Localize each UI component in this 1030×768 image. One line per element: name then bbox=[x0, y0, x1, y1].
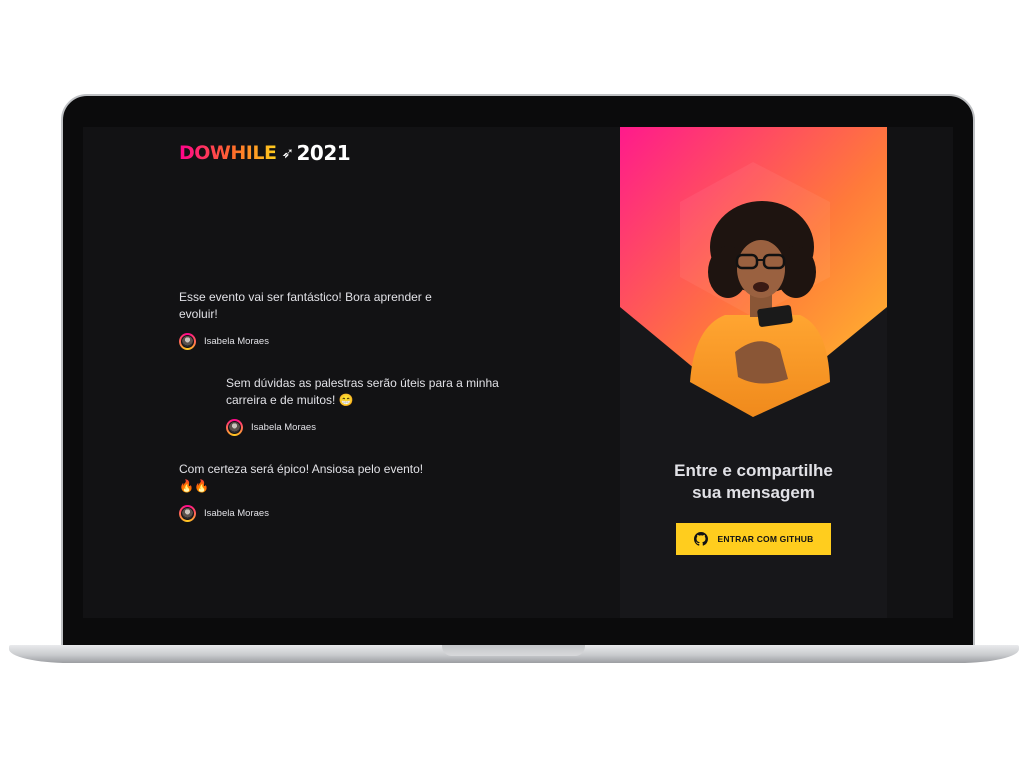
login-title-line2: sua mensagem bbox=[692, 483, 815, 502]
message-text: Com certeza será épico! Ansiosa pelo eve… bbox=[179, 462, 424, 493]
message-user: Isabela Moraes bbox=[179, 505, 441, 522]
dowhile-logo: DOWHILE ➶ 2021 bbox=[179, 141, 351, 165]
message-item: Esse evento vai ser fantástico! Bora apr… bbox=[179, 289, 469, 350]
message-item: Sem dúvidas as palestras serão úteis par… bbox=[226, 375, 516, 436]
user-name: Isabela Moraes bbox=[204, 336, 269, 347]
login-title: Entre e compartilhe sua mensagem bbox=[620, 460, 887, 504]
avatar-image bbox=[181, 507, 194, 520]
github-icon bbox=[693, 532, 708, 546]
avatar bbox=[179, 505, 196, 522]
rocket-icon: ➶ bbox=[281, 144, 294, 162]
message-user: Isabela Moraes bbox=[179, 333, 469, 350]
github-button-label: ENTRAR COM GITHUB bbox=[717, 534, 814, 544]
banner-image bbox=[620, 127, 887, 417]
avatar-image bbox=[228, 421, 241, 434]
logo-brand-text: DOWHILE bbox=[179, 142, 277, 164]
github-login-button[interactable]: ENTRAR COM GITHUB bbox=[676, 523, 831, 555]
message-user: Isabela Moraes bbox=[226, 419, 516, 436]
login-panel: Entre e compartilhe sua mensagem ENTRAR … bbox=[620, 127, 887, 618]
avatar bbox=[226, 419, 243, 436]
logo-year-text: 2021 bbox=[296, 141, 351, 165]
avatar bbox=[179, 333, 196, 350]
message-text: Sem dúvidas as palestras serão úteis par… bbox=[226, 376, 499, 407]
message-text: Esse evento vai ser fantástico! Bora apr… bbox=[179, 290, 432, 321]
login-title-line1: Entre e compartilhe bbox=[674, 461, 833, 480]
app-screen: DOWHILE ➶ 2021 Esse evento vai ser fantá… bbox=[83, 127, 953, 618]
avatar-image bbox=[181, 335, 194, 348]
laptop-notch bbox=[442, 645, 585, 656]
user-name: Isabela Moraes bbox=[204, 508, 269, 519]
message-item: Com certeza será épico! Ansiosa pelo eve… bbox=[179, 461, 441, 522]
user-name: Isabela Moraes bbox=[251, 422, 316, 433]
